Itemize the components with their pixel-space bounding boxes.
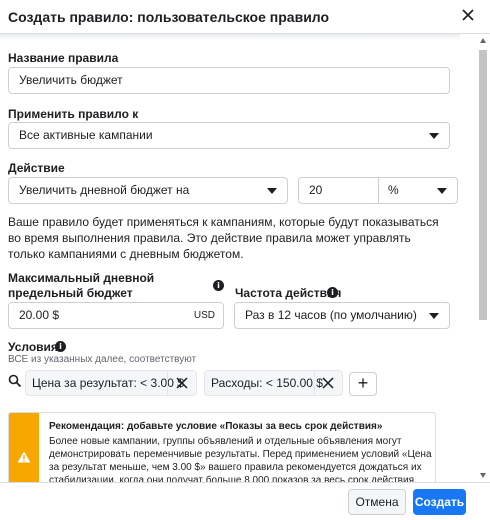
conditions-subtitle: ВСЕ из указанных далее, соответствуют — [8, 354, 197, 365]
condition-name: Расходы: — [211, 376, 263, 390]
chevron-down-icon — [437, 188, 447, 194]
frequency-select[interactable]: Раз в 12 часов (по умолчанию) — [234, 302, 450, 329]
info-icon[interactable]: i — [213, 280, 224, 291]
search-icon[interactable] — [8, 374, 22, 388]
frequency-label: Частота действия — [235, 286, 342, 300]
apply-to-value: Все активные кампании — [19, 128, 153, 142]
info-icon[interactable]: i — [327, 287, 338, 298]
scroll-shadow — [0, 34, 460, 40]
chevron-down-icon — [429, 313, 439, 319]
rule-name-value: Увеличить бюджет — [19, 73, 123, 87]
condition-operator: < — [265, 376, 273, 390]
scrollbar[interactable] — [478, 34, 488, 482]
recommendation-banner: Рекомендация: добавьте условие «Показы з… — [8, 412, 436, 486]
condition-operator: < — [140, 376, 148, 390]
condition-text: Цена за результат: < 3.00 $ — [32, 371, 184, 395]
condition-text: Расходы: < 150.00 $ — [211, 371, 323, 395]
action-select[interactable]: Увеличить дневной бюджет на — [8, 177, 288, 204]
frequency-value: Раз в 12 часов (по умолчанию) — [245, 308, 417, 322]
create-rule-dialog: Создать правило: пользовательское правил… — [0, 0, 490, 520]
divider — [378, 178, 379, 203]
dialog-title: Создать правило: пользовательское правил… — [8, 9, 330, 25]
scrollbar-thumb[interactable] — [479, 50, 487, 320]
chevron-down-icon — [267, 188, 277, 194]
close-icon[interactable] — [460, 7, 476, 23]
plus-icon: + — [357, 373, 369, 393]
chevron-down-icon — [429, 133, 439, 139]
currency-label: USD — [193, 310, 215, 321]
apply-to-select[interactable]: Все активные кампании — [8, 122, 450, 149]
action-info-text: Ваше правило будет применяться к кампани… — [8, 215, 439, 261]
max-budget-input[interactable]: 20.00 $ USD — [8, 302, 224, 329]
condition-chip-cost-per-result[interactable]: Цена за результат: < 3.00 $ — [25, 370, 197, 396]
warning-icon — [17, 451, 31, 463]
close-icon[interactable] — [321, 376, 335, 390]
close-icon[interactable] — [175, 376, 189, 390]
scroll-up-arrow-icon[interactable] — [480, 38, 486, 43]
recommendation-title: Рекомендация: добавьте условие «Показы з… — [49, 421, 383, 432]
action-amount-input[interactable]: 20 — [309, 178, 322, 203]
action-unit-select[interactable]: % — [388, 178, 399, 203]
divider — [167, 371, 168, 395]
action-amount-group: 20 % — [298, 177, 458, 204]
action-value: Увеличить дневной бюджет на — [19, 183, 190, 197]
condition-name: Цена за результат: — [32, 376, 137, 390]
info-icon[interactable]: i — [55, 341, 66, 352]
warning-bar — [9, 413, 39, 485]
max-budget-value: 20.00 $ — [19, 308, 60, 322]
dialog-header: Создать правило: пользовательское правил… — [0, 0, 490, 34]
create-button[interactable]: Создать — [413, 489, 466, 515]
divider — [314, 371, 315, 395]
rule-name-label: Название правила — [8, 51, 119, 65]
cancel-button[interactable]: Отмена — [348, 489, 406, 515]
condition-chip-spend[interactable]: Расходы: < 150.00 $ — [204, 370, 343, 396]
dialog-footer: Отмена Создать — [0, 482, 490, 520]
rule-name-input[interactable]: Увеличить бюджет — [8, 67, 450, 94]
max-budget-label: Максимальный дневной предельный бюджет — [8, 271, 155, 300]
add-condition-button[interactable]: + — [349, 372, 377, 396]
condition-value: 150.00 $ — [276, 376, 323, 390]
conditions-label: Условия — [8, 340, 58, 354]
action-label: Действие — [8, 161, 65, 175]
apply-to-label: Применить правило к — [8, 107, 139, 121]
scroll-down-arrow-icon[interactable] — [480, 473, 486, 478]
recommendation-body: Более новые кампании, группы объявлений … — [49, 436, 432, 486]
